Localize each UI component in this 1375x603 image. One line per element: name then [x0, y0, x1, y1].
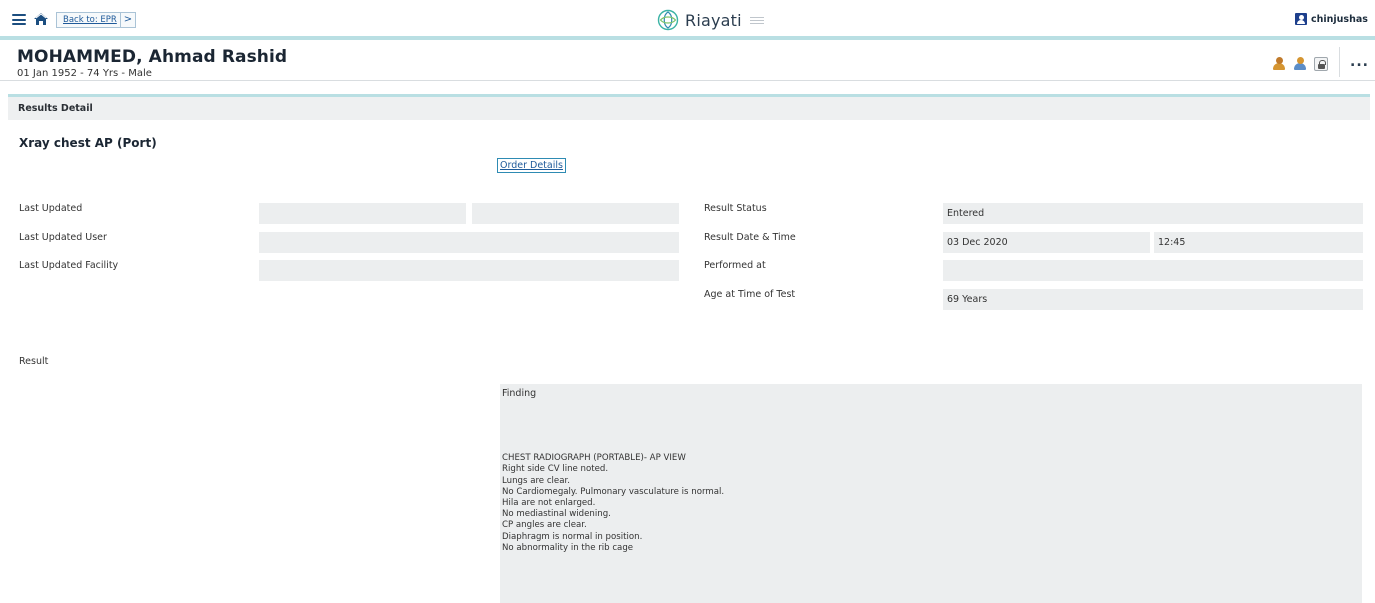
- divider: [1339, 47, 1340, 77]
- result-line: Lungs are clear.: [502, 475, 570, 486]
- result-time-field: 12:45: [1154, 232, 1363, 253]
- result-text-area: Finding CHEST RADIOGRAPH (PORTABLE)- AP …: [500, 384, 1362, 603]
- top-bar: Back to: EPR > Riayati chinjushas: [0, 0, 1375, 40]
- menu-icon[interactable]: [12, 14, 26, 25]
- user-name: chinjushas: [1311, 13, 1368, 25]
- result-datetime-label: Result Date & Time: [704, 232, 796, 243]
- brand-logo: Riayati: [657, 8, 764, 32]
- patient-banner: MOHAMMED, Ahmad Rashid 01 Jan 1952 - 74 …: [0, 41, 1375, 81]
- patient-alert-icon[interactable]: [1272, 57, 1286, 71]
- order-details-link[interactable]: Order Details: [497, 158, 566, 173]
- more-options-icon[interactable]: ...: [1350, 54, 1369, 70]
- finding-heading: Finding: [502, 388, 537, 399]
- patient-name: MOHAMMED, Ahmad Rashid: [17, 47, 288, 67]
- result-line: No abnormality in the rib cage: [502, 542, 634, 553]
- last-updated-date-field: [259, 203, 466, 224]
- top-accent-bar: [0, 36, 1375, 40]
- last-updated-user-label: Last Updated User: [19, 232, 107, 243]
- age-at-test-field: 69 Years: [943, 289, 1363, 310]
- riayati-logo-icon: [657, 9, 679, 31]
- results-detail-header: Results Detail: [8, 97, 1370, 120]
- last-updated-facility-label: Last Updated Facility: [19, 260, 119, 271]
- result-line: Right side CV line noted.: [502, 464, 609, 475]
- user-icon: [1295, 13, 1307, 25]
- last-updated-user-field: [259, 232, 679, 253]
- test-title: Xray chest AP (Port): [19, 136, 157, 150]
- result-label: Result: [19, 356, 49, 367]
- user-menu[interactable]: chinjushas: [1295, 13, 1368, 25]
- result-status-field: Entered: [943, 203, 1363, 224]
- result-line: Diaphragm is normal in position.: [502, 531, 643, 542]
- patient-actions: [1272, 57, 1328, 71]
- result-line: Hila are not enlarged.: [502, 498, 596, 509]
- result-line: No Cardiomegaly. Pulmonary vasculature i…: [502, 486, 725, 497]
- section-title: Results Detail: [18, 103, 93, 114]
- brand-subtitle-lines: [749, 16, 764, 24]
- last-updated-time-field: [472, 203, 679, 224]
- brand-name: Riayati: [685, 10, 742, 30]
- chevron-right-icon[interactable]: >: [120, 12, 136, 28]
- performed-at-field: [943, 260, 1363, 281]
- care-team-icon[interactable]: [1293, 57, 1307, 71]
- home-icon[interactable]: [33, 12, 49, 26]
- performed-at-label: Performed at: [704, 260, 766, 271]
- last-updated-label: Last Updated: [19, 203, 83, 214]
- last-updated-facility-field: [259, 260, 679, 281]
- result-line: CP angles are clear.: [502, 520, 587, 531]
- result-line: No mediastinal widening.: [502, 509, 611, 520]
- result-date-field: 03 Dec 2020: [943, 232, 1150, 253]
- lock-icon[interactable]: [1314, 57, 1328, 71]
- patient-demographics: 01 Jan 1952 - 74 Yrs - Male: [17, 68, 152, 79]
- result-status-label: Result Status: [704, 203, 767, 214]
- back-to-epr-button[interactable]: Back to: EPR: [56, 12, 124, 28]
- result-line: CHEST RADIOGRAPH (PORTABLE)- AP VIEW: [502, 453, 686, 464]
- age-at-test-label: Age at Time of Test: [704, 289, 796, 300]
